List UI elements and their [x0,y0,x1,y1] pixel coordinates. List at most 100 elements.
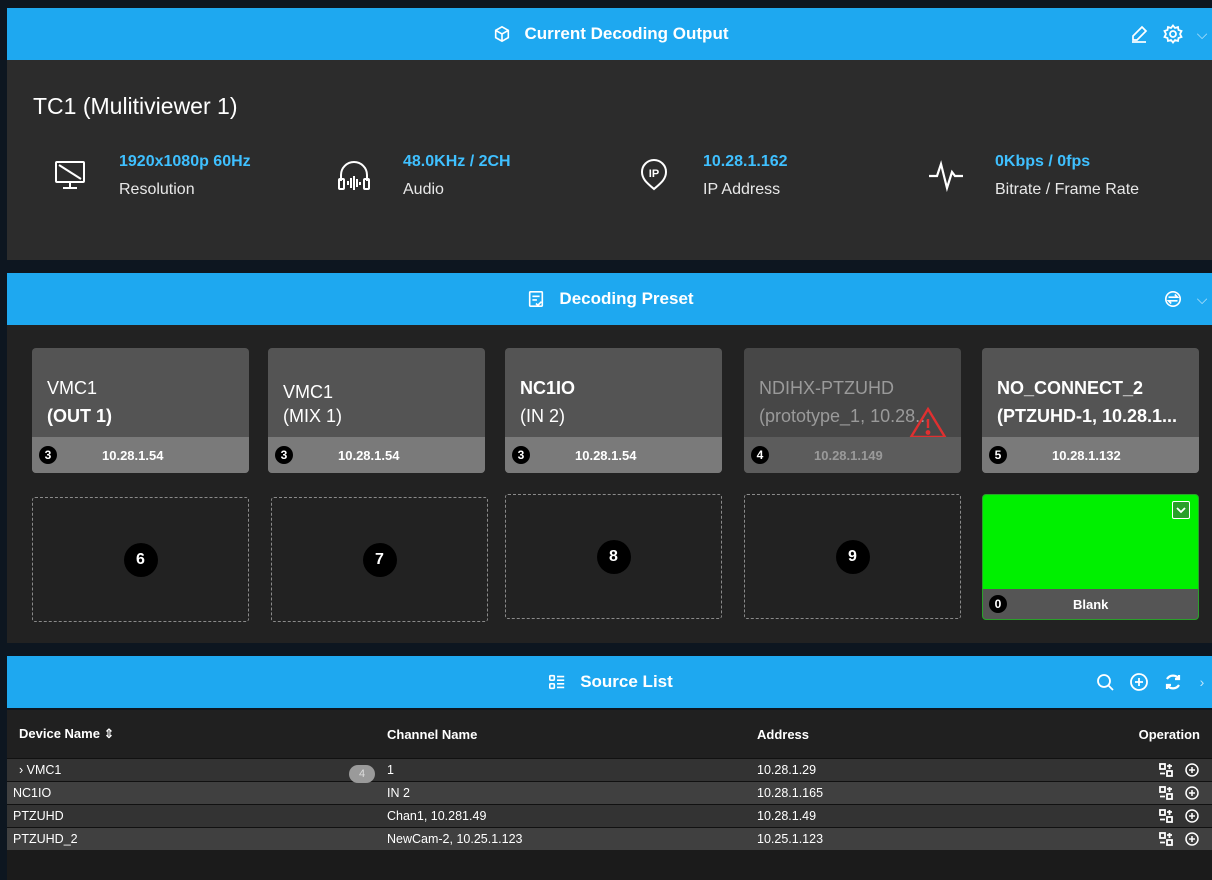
table-row[interactable]: › VMC1 4 1 10.28.1.29 [7,758,1212,783]
preset-tile-channel: (PTZUHD-1, 10.28.1... [997,406,1178,426]
preset-tile-footer: 3 10.28.1.54 [268,437,485,473]
preset-tile-address: 10.28.1.54 [575,447,637,463]
expand-chevron-icon[interactable]: › [1196,674,1208,690]
preset-panel-body: VMC1 (OUT 1) 3 10.28.1.54 VMC1 (MIX 1) 3… [7,325,1212,643]
assign-grid-icon[interactable] [1158,785,1174,801]
bitrate-value: 0Kbps / 0fps [995,153,1091,170]
blank-preset-tile[interactable]: 0 Blank [982,494,1199,620]
output-panel-header: Current Decoding Output ⌵ [7,8,1212,60]
add-circle-icon[interactable] [1128,671,1150,693]
channel-count-badge: 4 [349,765,375,783]
preset-tile-channel: (OUT 1) [47,406,112,426]
device-name[interactable]: PTZUHD [13,809,64,823]
ip-icon: IP [633,154,675,196]
collapse-chevron-icon[interactable]: ⌵ [1196,291,1208,308]
device-name[interactable]: › VMC1 [19,763,61,777]
empty-preset-slot-9[interactable]: 9 [744,494,961,619]
slot-number: 8 [596,539,631,574]
preset-list-icon [525,288,547,310]
headphones-icon [333,154,375,196]
preset-tile-channel: (MIX 1) [283,406,343,426]
add-circle-icon[interactable] [1184,831,1200,847]
slot-number: 6 [123,542,158,577]
preset-tile-number: 5 [989,446,1007,464]
settings-icon[interactable] [1162,23,1184,45]
assign-grid-icon[interactable] [1158,808,1174,824]
blank-tile-footer: 0 Blank [983,589,1198,619]
preset-tile-4[interactable]: NDIHX-PTZUHD (prototype_1, 10.28... 4 10… [744,348,961,473]
empty-preset-slot-7[interactable]: 7 [271,497,488,622]
device-name[interactable]: NC1IO [13,786,51,800]
preset-tile-5[interactable]: NO_CONNECT_2 (PTZUHD-1, 10.28.1... 5 10.… [982,348,1199,473]
add-circle-icon[interactable] [1184,808,1200,824]
dropdown-chevron-icon[interactable] [1172,501,1190,519]
col-device-name[interactable]: Device Name ⇕ [7,726,387,742]
preset-tile-address: 10.28.1.54 [338,447,400,463]
resolution-stat: 1920x1080p 60Hz Resolution [49,152,251,202]
audio-stat: 48.0KHz / 2CH Audio [333,152,511,202]
preset-tile-device: NO_CONNECT_2 [997,378,1144,398]
table-row[interactable]: PTZUHD_2 NewCam-2, 10.25.1.123 10.25.1.1… [7,827,1212,850]
ip-address-stat: IP 10.28.1.162 IP Address [633,152,788,202]
channel-name: NewCam-2, 10.25.1.123 [387,832,523,846]
collapse-chevron-icon[interactable]: ⌵ [1196,26,1208,43]
source-panel-title: Source List [580,672,673,691]
preset-tile-3[interactable]: NC1IO (IN 2) 3 10.28.1.54 [505,348,722,473]
ip-address-label: IP Address [703,181,781,198]
col-channel-name: Channel Name [387,726,478,742]
empty-preset-slot-6[interactable]: 6 [32,497,249,622]
output-panel-body: TC1 (Mulitiviewer 1) 1920x1080p 60Hz Res… [7,60,1212,260]
device-name[interactable]: PTZUHD_2 [13,832,78,846]
preset-panel-title: Decoding Preset [559,289,694,308]
preset-tile-number: 4 [751,446,769,464]
blank-tile-number: 0 [989,595,1007,613]
address-value: 10.28.1.165 [757,786,824,800]
source-list-icon [546,671,568,693]
refresh-icon[interactable] [1162,671,1184,693]
add-circle-icon[interactable] [1184,762,1200,778]
preset-tile-device: NC1IO [520,378,576,398]
table-row[interactable]: NC1IO IN 2 10.28.1.165 [7,781,1212,804]
preset-tile-footer: 5 10.28.1.132 [982,437,1199,473]
channel-name: 1 [387,763,394,777]
preset-tile-device: NDIHX-PTZUHD [759,378,894,398]
empty-preset-slot-8[interactable]: 8 [505,494,722,619]
preset-tile-footer: 4 10.28.1.149 [744,437,961,473]
preset-tile-1[interactable]: VMC1 (OUT 1) 3 10.28.1.54 [32,348,249,473]
monitor-icon [49,154,91,196]
address-value: 10.25.1.123 [757,832,824,846]
preset-tile-address: 10.28.1.54 [102,447,164,463]
edit-icon[interactable] [1128,23,1150,45]
assign-grid-icon[interactable] [1158,762,1174,778]
address-value: 10.28.1.29 [757,763,817,777]
blank-tile-label: Blank [1073,596,1109,612]
assign-grid-icon[interactable] [1158,831,1174,847]
source-table: Device Name ⇕ Channel Name Address Opera… [7,710,1212,880]
channel-name: IN 2 [387,786,410,800]
preset-tile-device: VMC1 [283,382,334,402]
preset-tile-2[interactable]: VMC1 (MIX 1) 3 10.28.1.54 [268,348,485,473]
preset-tile-channel: (IN 2) [520,406,565,426]
add-circle-icon[interactable] [1184,785,1200,801]
pulse-icon [925,154,967,196]
search-icon[interactable] [1094,671,1116,693]
col-operation: Operation [1138,726,1200,742]
col-address: Address [757,726,810,742]
preset-tile-address: 10.28.1.149 [814,447,883,463]
bitrate-label: Bitrate / Frame Rate [995,181,1140,198]
sync-preset-icon[interactable] [1162,288,1184,310]
bitrate-stat: 0Kbps / 0fps Bitrate / Frame Rate [925,152,1139,202]
output-panel-title: Current Decoding Output [524,24,729,43]
address-value: 10.28.1.49 [757,809,817,823]
table-row[interactable]: PTZUHD Chan1, 10.281.49 10.28.1.49 [7,804,1212,827]
source-panel-header: Source List › [7,656,1212,708]
preset-tile-footer: 3 10.28.1.54 [505,437,722,473]
cube-icon [491,23,513,45]
preset-tile-number: 3 [275,446,293,464]
resolution-value: 1920x1080p 60Hz [119,153,251,170]
preset-tile-number: 3 [39,446,57,464]
preset-tile-footer: 3 10.28.1.54 [32,437,249,473]
preset-tile-number: 3 [512,446,530,464]
audio-label: Audio [403,181,444,198]
preset-tile-address: 10.28.1.132 [1052,447,1121,463]
